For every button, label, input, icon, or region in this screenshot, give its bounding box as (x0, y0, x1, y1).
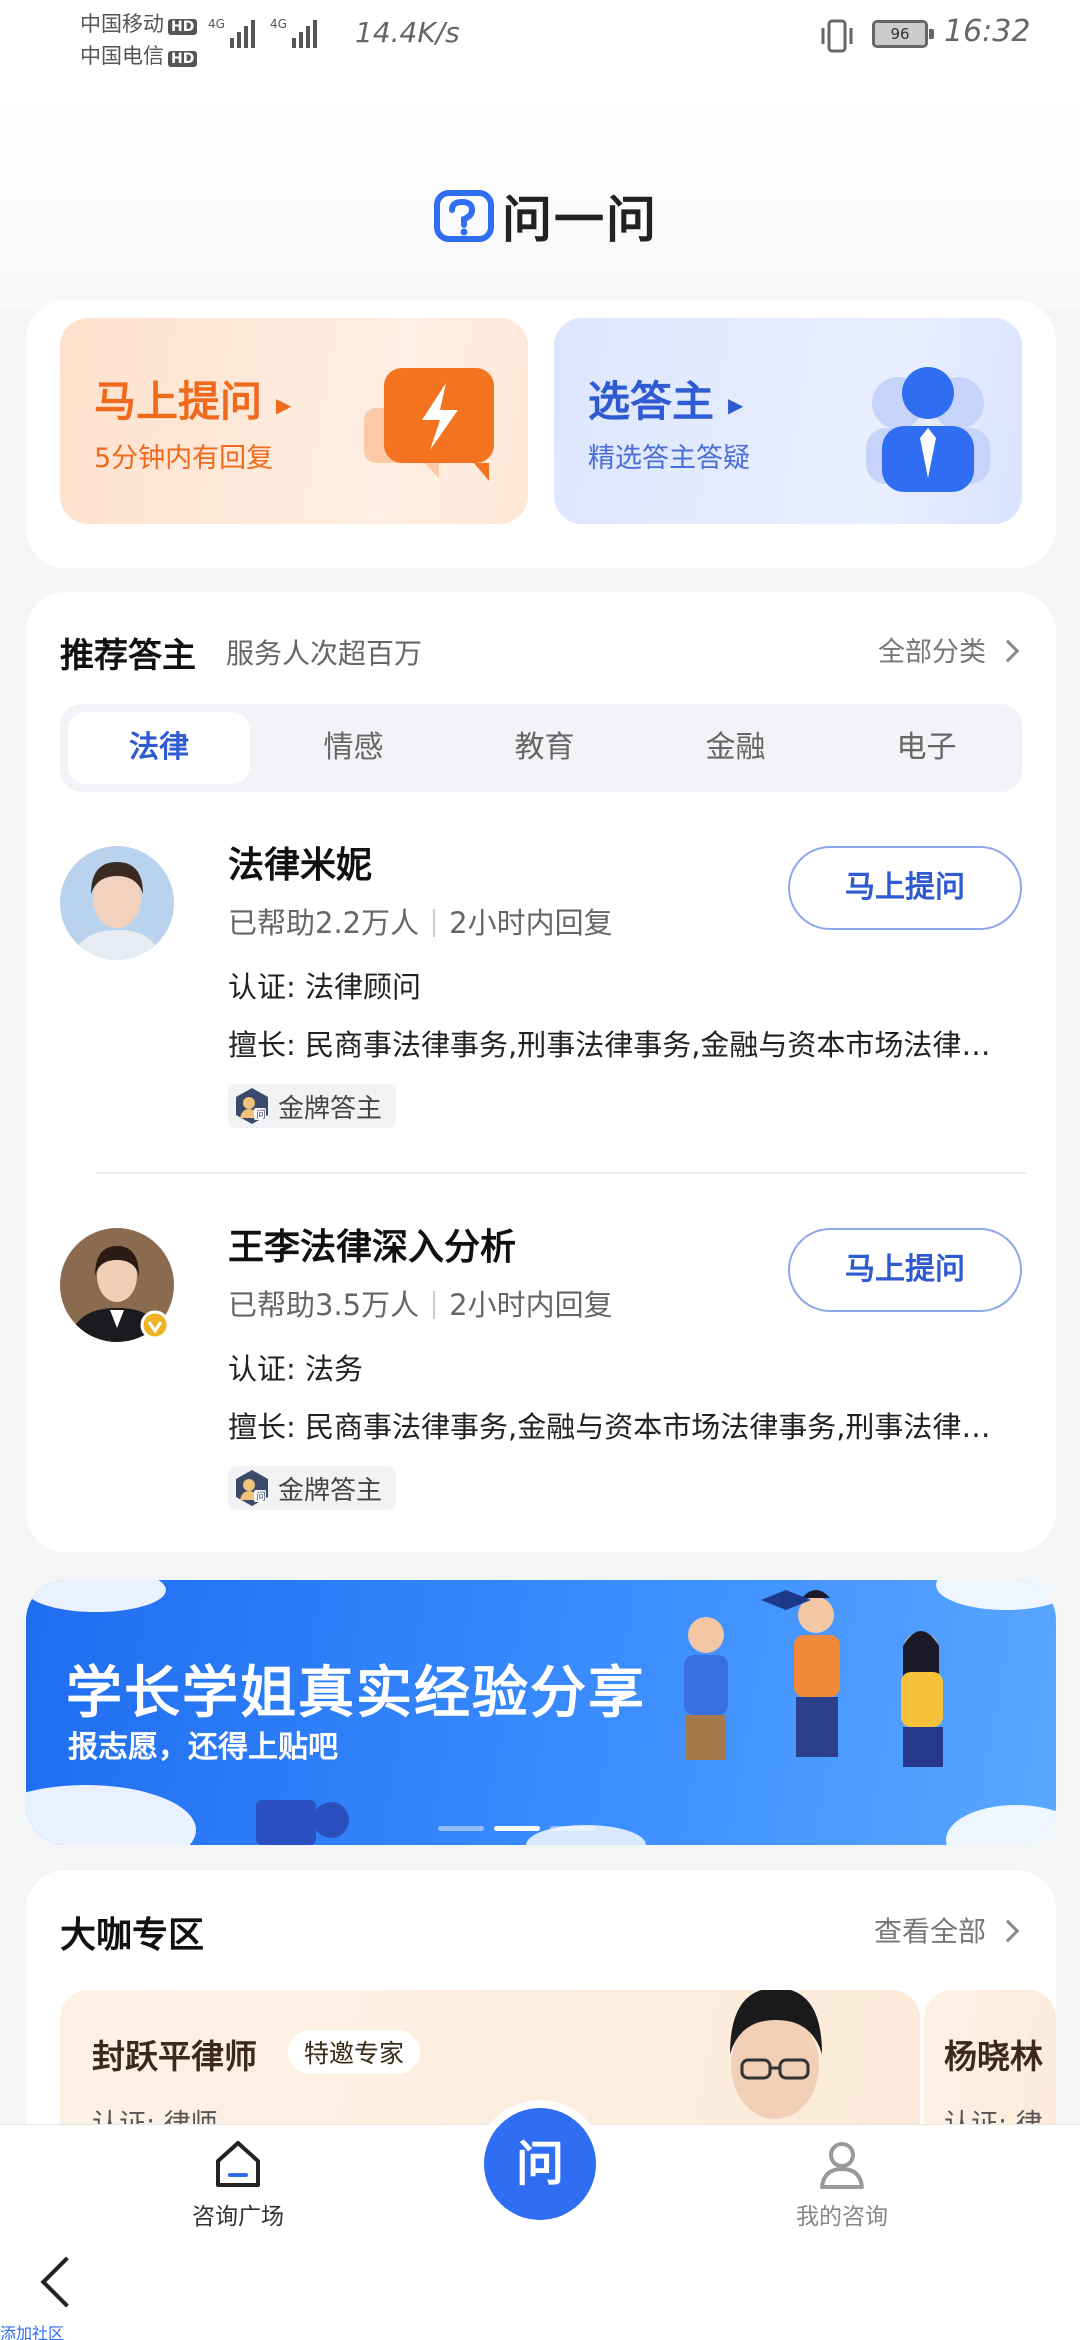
carousel-dot-active (494, 1826, 540, 1831)
expert-portrait (730, 1990, 822, 2119)
lightning-chat-icon (364, 368, 494, 481)
big-shots-card: 大咖专区 查看全部 封跃平律师 特邀专家 认证: 律师 杨晓林 认证: 律 (26, 1870, 1056, 2130)
all-categories-link[interactable]: 全部分类 (878, 630, 1020, 669)
divider (96, 1172, 1026, 1174)
advisor-person-icon (866, 367, 990, 492)
tab-finance[interactable]: 金融 (640, 704, 831, 792)
expert-name: 王李法律深入分析 (228, 1227, 517, 1268)
category-tabs: 法律 情感 教育 金融 电子 (60, 704, 1022, 792)
tab-label: 咨询广场 (192, 2204, 284, 2230)
clock: 16:32 (944, 14, 1031, 49)
tab-law[interactable]: 法律 (68, 712, 250, 784)
banner-subtitle: 报志愿，还得上贴吧 (68, 1730, 338, 1765)
footnote-text: 添加社区 (0, 2324, 65, 2340)
vibrate-icon (821, 19, 853, 53)
status-bar: 中国移动 HD 中国电信 HD 4G 4G 14.4K/s 96 16:32 (0, 0, 1080, 90)
user-icon (820, 2142, 864, 2189)
gold-medal-icon: 问 (236, 1088, 268, 1124)
app-logo: 问一问 (434, 180, 658, 252)
ask-now-button[interactable]: 马上提问 (788, 846, 1022, 930)
tab-label: 我的咨询 (796, 2204, 888, 2230)
expert-specialty: 擅长: 民商事法律事务,金融与资本市场法律事务,刑事法律事务 (228, 1410, 1018, 1444)
view-all-link[interactable]: 查看全部 (874, 1910, 1020, 1950)
carousel-indicator (438, 1826, 596, 1831)
expert-certification: 认证: 法律顾问 (228, 970, 421, 1004)
expert-name: 封跃平律师 (92, 2037, 257, 2076)
expert-name: 杨晓林 (944, 2037, 1043, 2076)
battery-icon: 96 (872, 20, 934, 48)
section-subtitle: 服务人次超百万 (226, 637, 423, 670)
section-title: 推荐答主 (60, 636, 196, 676)
expert-certification: 认证: 法务 (228, 1352, 363, 1386)
section-title: 大咖专区 (60, 1915, 205, 1956)
svg-text:4G: 4G (270, 17, 287, 31)
expert-feature-card[interactable]: 封跃平律师 特邀专家 认证: 律师 (60, 1990, 920, 2130)
ask-center-button[interactable]: 问 (484, 2108, 596, 2220)
signal-icon: 4G (208, 17, 255, 48)
verified-icon (140, 1310, 170, 1340)
tab-emotion[interactable]: 情感 (258, 704, 449, 792)
expert-stats: 已帮助2.2万人 2小时内回复 (228, 906, 613, 940)
recommended-experts-card: 推荐答主 服务人次超百万 全部分类 法律 情感 教育 金融 电子 法律米妮 已帮… (26, 592, 1056, 1552)
expert-stats: 已帮助3.5万人 2小时内回复 (228, 1288, 613, 1322)
svg-text:4G: 4G (208, 17, 225, 31)
expert-name: 法律米妮 (228, 845, 373, 886)
home-icon (216, 2141, 260, 2187)
logo-icon (434, 190, 494, 242)
tab-consult-square[interactable]: 咨询广场 (158, 2135, 318, 2231)
tab-electronics[interactable]: 电子 (831, 704, 1022, 792)
promo-banner[interactable]: 学长学姐真实经验分享 报志愿，还得上贴吧 (26, 1580, 1056, 1845)
app-header: 问一问 (0, 90, 1080, 310)
quick-pick-button[interactable]: 选答主 ▶ 精选答主答疑 (554, 318, 1022, 524)
expert-specialty: 擅长: 民商事法律事务,刑事法律事务,金融与资本市场法律事务 (228, 1028, 1018, 1062)
quick-pick-title: 选答主 ▶ (588, 377, 744, 426)
signal-icon: 4G (270, 17, 317, 48)
chevron-right-icon (996, 639, 1020, 663)
chevron-right-icon (996, 1919, 1020, 1943)
logo-text: 问一问 (502, 191, 658, 249)
svg-text:问: 问 (256, 1490, 266, 1503)
ask-now-button[interactable]: 马上提问 (788, 1228, 1022, 1312)
gold-badge: 问 金牌答主 (228, 1084, 397, 1128)
expert-item[interactable]: 法律米妮 已帮助2.2万人 2小时内回复 认证: 法律顾问 擅长: 民商事法律事务… (60, 836, 1022, 1166)
carrier-1: 中国移动 HD (80, 8, 198, 38)
quick-ask-title: 马上提问 ▶ (94, 377, 292, 426)
svg-text:问: 问 (256, 1108, 266, 1121)
avatar[interactable] (60, 846, 174, 960)
gold-medal-icon: 问 (236, 1470, 268, 1506)
expert-feature-card[interactable]: 杨晓林 认证: 律 (924, 1990, 1056, 2130)
system-navigation: 添加社区 (0, 2234, 1080, 2340)
quick-ask-subtitle: 5分钟内有回复 (94, 443, 274, 474)
quick-actions-card: 马上提问 ▶ 5分钟内有回复 选答主 ▶ 精选答主答疑 (26, 300, 1056, 568)
carousel-dot (438, 1826, 484, 1831)
quick-pick-subtitle: 精选答主答疑 (588, 443, 750, 474)
carousel-dot (550, 1826, 596, 1831)
tab-my-consult[interactable]: 我的咨询 (762, 2135, 922, 2231)
gold-badge: 问 金牌答主 (228, 1466, 397, 1510)
play-arrow-icon: ▶ (728, 392, 744, 417)
quick-ask-button[interactable]: 马上提问 ▶ 5分钟内有回复 (60, 318, 528, 524)
play-arrow-icon: ▶ (276, 392, 292, 417)
expert-tag: 特邀专家 (288, 2030, 421, 2074)
network-speed: 14.4K/s (355, 16, 460, 49)
carrier-2: 中国电信 HD (80, 40, 198, 70)
tab-education[interactable]: 教育 (449, 704, 640, 792)
back-icon[interactable] (40, 2256, 92, 2308)
banner-title: 学长学姐真实经验分享 (66, 1661, 646, 1726)
expert-item[interactable]: 王李法律深入分析 已帮助3.5万人 2小时内回复 认证: 法务 擅长: 民商事法律… (60, 1218, 1022, 1548)
